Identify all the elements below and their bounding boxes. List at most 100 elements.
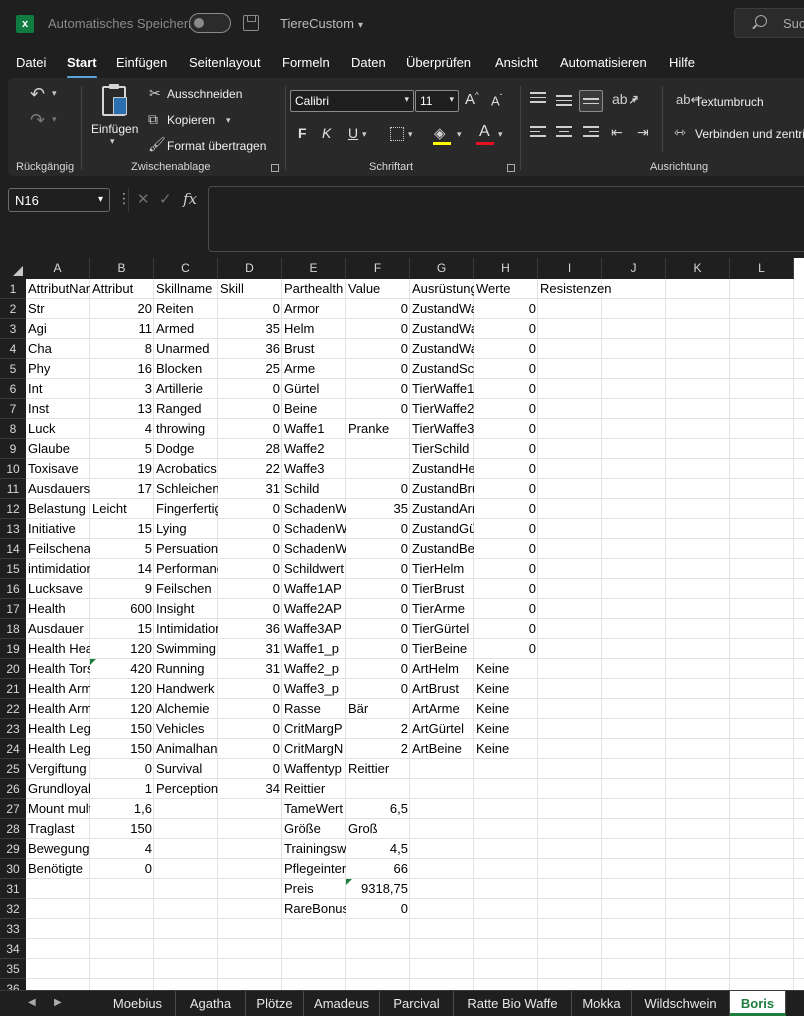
cell-c5[interactable]: Blocken	[154, 359, 218, 379]
cell-e15[interactable]: Schildwert	[282, 559, 346, 579]
row-header-17[interactable]: 17	[0, 599, 26, 619]
clipboard-dialog-launcher[interactable]	[271, 164, 279, 172]
row-header-25[interactable]: 25	[0, 759, 26, 779]
cell-a28[interactable]: Traglast	[26, 819, 90, 839]
cell-d25[interactable]: 0	[218, 759, 282, 779]
cell-f21[interactable]: 0	[346, 679, 410, 699]
format-painter-icon[interactable]: 🖌	[148, 136, 166, 153]
scissors-icon[interactable]: ✂	[149, 85, 161, 102]
row-header-35[interactable]: 35	[0, 959, 26, 979]
cell-e4[interactable]: Brust	[282, 339, 346, 359]
cell-f11[interactable]: 0	[346, 479, 410, 499]
cell-a13[interactable]: Initiative	[26, 519, 90, 539]
cell-g15[interactable]: TierHelm	[410, 559, 474, 579]
cell-e5[interactable]: Arme	[282, 359, 346, 379]
cell-f22[interactable]: Bär	[346, 699, 410, 719]
cell-d19[interactable]: 31	[218, 639, 282, 659]
cell-e29[interactable]: Trainingswert	[282, 839, 346, 859]
cell-e24[interactable]: CritMargN	[282, 739, 346, 759]
cell-d1[interactable]: Skill	[218, 279, 282, 299]
tab-formeln[interactable]: Formeln	[282, 55, 330, 70]
cell-f4[interactable]: 0	[346, 339, 410, 359]
row-header-32[interactable]: 32	[0, 899, 26, 919]
sheet-tab-ratte-bio-waffe[interactable]: Ratte Bio Waffe	[454, 991, 572, 1016]
cell-a17[interactable]: Health	[26, 599, 90, 619]
cell-c23[interactable]: Vehicles	[154, 719, 218, 739]
cell-c16[interactable]: Feilschen	[154, 579, 218, 599]
cell-b30[interactable]: 0	[90, 859, 154, 879]
tab-hilfe[interactable]: Hilfe	[669, 55, 695, 70]
cell-f25[interactable]: Reittier	[346, 759, 410, 779]
cell-c21[interactable]: Handwerk	[154, 679, 218, 699]
cell-c14[interactable]: Persuation	[154, 539, 218, 559]
cell-e32[interactable]: RareBonus	[282, 899, 346, 919]
cell-d22[interactable]: 0	[218, 699, 282, 719]
cell-c3[interactable]: Armed	[154, 319, 218, 339]
sheet-tab-plötze[interactable]: Plötze	[246, 991, 304, 1016]
cell-e16[interactable]: Waffe1AP	[282, 579, 346, 599]
cell-d26[interactable]: 34	[218, 779, 282, 799]
font-dialog-launcher[interactable]	[507, 164, 515, 172]
cell-a5[interactable]: Phy	[26, 359, 90, 379]
cell-e21[interactable]: Waffe3_p	[282, 679, 346, 699]
font-name-select[interactable]: Calibri ▾	[290, 90, 414, 112]
cell-d21[interactable]: 0	[218, 679, 282, 699]
row-header-13[interactable]: 13	[0, 519, 26, 539]
cell-f32[interactable]: 0	[346, 899, 410, 919]
align-bottom-icon[interactable]	[579, 90, 603, 112]
column-header-b[interactable]: B	[90, 258, 154, 279]
save-icon[interactable]	[243, 15, 259, 31]
cell-d8[interactable]: 0	[218, 419, 282, 439]
sheet-tab-parcival[interactable]: Parcival	[380, 991, 454, 1016]
cell-e9[interactable]: Waffe2	[282, 439, 346, 459]
copy-button[interactable]: Kopieren	[167, 113, 215, 127]
row-header-21[interactable]: 21	[0, 679, 26, 699]
cell-c12[interactable]: Fingerfertigkeit	[154, 499, 218, 519]
cell-a9[interactable]: Glaube	[26, 439, 90, 459]
cell-g12[interactable]: ZustandArme	[410, 499, 474, 519]
row-header-20[interactable]: 20	[0, 659, 26, 679]
cell-d5[interactable]: 25	[218, 359, 282, 379]
border-dropdown-icon[interactable]: ▾	[408, 129, 413, 140]
cell-f8[interactable]: Pranke	[346, 419, 410, 439]
cell-a23[interactable]: Health Leg	[26, 719, 90, 739]
column-header-d[interactable]: D	[218, 258, 282, 279]
cell-e1[interactable]: Parthealth	[282, 279, 346, 299]
cell-a3[interactable]: Agi	[26, 319, 90, 339]
row-header-4[interactable]: 4	[0, 339, 26, 359]
cell-b20[interactable]: 420	[90, 659, 154, 679]
cell-a20[interactable]: Health Torso	[26, 659, 90, 679]
cell-a18[interactable]: Ausdauer	[26, 619, 90, 639]
cell-b15[interactable]: 14	[90, 559, 154, 579]
cell-c7[interactable]: Ranged	[154, 399, 218, 419]
column-header-f[interactable]: F	[346, 258, 410, 279]
sheet-tab-amadeus[interactable]: Amadeus	[304, 991, 380, 1016]
cell-g9[interactable]: TierSchild	[410, 439, 474, 459]
undo-dropdown-icon[interactable]: ▾	[52, 88, 57, 99]
cell-c2[interactable]: Reiten	[154, 299, 218, 319]
tab-datei[interactable]: Datei	[16, 55, 46, 70]
name-box[interactable]: N16 ▾	[8, 188, 110, 212]
decrease-indent-icon[interactable]: ⇤	[611, 124, 623, 141]
cell-h2[interactable]: 0	[474, 299, 538, 319]
cell-e8[interactable]: Waffe1	[282, 419, 346, 439]
align-top-icon[interactable]	[530, 92, 546, 106]
cell-f28[interactable]: Groß	[346, 819, 410, 839]
cell-b6[interactable]: 3	[90, 379, 154, 399]
cell-g6[interactable]: TierWaffe1	[410, 379, 474, 399]
row-header-1[interactable]: 1	[0, 279, 26, 299]
redo-dropdown-icon[interactable]: ▾	[52, 114, 57, 125]
border-icon[interactable]	[390, 127, 404, 141]
select-all-button[interactable]	[0, 258, 26, 279]
cell-g16[interactable]: TierBrust	[410, 579, 474, 599]
cell-e18[interactable]: Waffe3AP	[282, 619, 346, 639]
cell-e23[interactable]: CritMargP	[282, 719, 346, 739]
cell-a4[interactable]: Cha	[26, 339, 90, 359]
row-header-8[interactable]: 8	[0, 419, 26, 439]
cell-g20[interactable]: ArtHelm	[410, 659, 474, 679]
cell-f16[interactable]: 0	[346, 579, 410, 599]
fill-color-icon[interactable]: ◈	[434, 124, 446, 142]
cell-c19[interactable]: Swimming	[154, 639, 218, 659]
cell-c1[interactable]: Skillname	[154, 279, 218, 299]
row-header-15[interactable]: 15	[0, 559, 26, 579]
